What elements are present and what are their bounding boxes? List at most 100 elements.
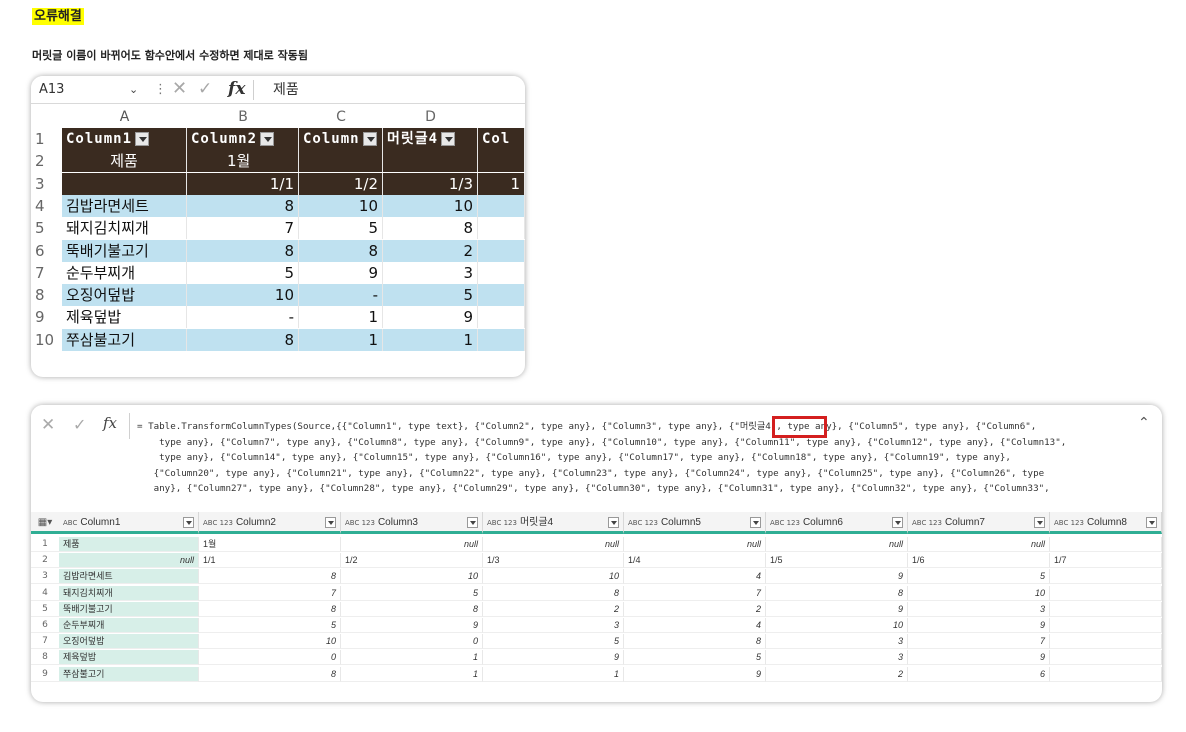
grid-cell[interactable]: 8 <box>187 194 299 217</box>
table-cell[interactable]: 8 <box>341 601 483 617</box>
row-header[interactable]: 10 <box>31 329 62 351</box>
grid-cell[interactable]: 10 <box>187 284 299 307</box>
table-cell[interactable]: 7 <box>624 585 766 601</box>
filter-dropdown-icon[interactable] <box>892 517 903 528</box>
table-cell[interactable]: 9 <box>624 666 766 682</box>
table-cell[interactable]: 0 <box>199 650 341 666</box>
grid-cell[interactable]: 2 <box>383 239 478 262</box>
table-cell[interactable]: 쭈삼불고기 <box>59 666 199 682</box>
table-cell[interactable]: 8 <box>766 585 908 601</box>
type-icon[interactable]: ABC 123 <box>912 519 942 527</box>
table-cell[interactable]: null <box>341 537 483 552</box>
grid-cell[interactable] <box>478 261 525 284</box>
grid-cell[interactable]: 뚝배기불고기 <box>62 239 187 262</box>
grid-cell[interactable]: 1/1 <box>187 172 299 195</box>
row-header[interactable]: 7 <box>31 262 62 284</box>
grid-cell[interactable]: 7 <box>187 217 299 240</box>
grid-cell[interactable]: 8 <box>187 239 299 262</box>
enter-check-icon[interactable]: ✓ <box>198 78 212 100</box>
table-cell[interactable]: 2 <box>766 666 908 682</box>
grid-cell[interactable]: 제육덮밥 <box>62 306 187 329</box>
table-cell[interactable]: 0 <box>341 634 483 650</box>
more-options-icon[interactable]: ⋮ <box>154 80 167 100</box>
table-cell[interactable]: 1/7 <box>1050 553 1162 569</box>
grid-cell[interactable]: 김밥라면세트 <box>62 194 187 217</box>
table-cell[interactable]: 6 <box>908 666 1050 682</box>
table-cell[interactable]: 5 <box>483 634 624 650</box>
column-header[interactable]: ABC 123 Column6 <box>766 512 908 534</box>
grid-cell[interactable] <box>478 217 525 240</box>
grid-cell[interactable] <box>478 239 525 262</box>
table-cell[interactable]: 8 <box>199 569 341 585</box>
check-icon[interactable]: ✓ <box>73 415 86 434</box>
table-cell[interactable]: 10 <box>483 569 624 585</box>
filter-dropdown-icon[interactable] <box>260 132 275 146</box>
table-cell[interactable]: 3 <box>483 618 624 633</box>
row-header[interactable]: 4 <box>31 195 62 217</box>
table-cell[interactable]: null <box>59 553 199 569</box>
table-cell[interactable]: 1 <box>483 666 624 682</box>
grid-cell[interactable]: 쭈삼불고기 <box>62 328 187 351</box>
grid-cell[interactable]: 1월 <box>187 150 299 173</box>
table-cell[interactable]: null <box>766 537 908 552</box>
type-icon[interactable]: ABC 123 <box>345 519 375 527</box>
table-cell[interactable]: 제육덮밥 <box>59 650 199 666</box>
type-icon[interactable]: ABC 123 <box>770 519 800 527</box>
filter-dropdown-icon[interactable] <box>1034 517 1045 528</box>
grid-cell[interactable] <box>299 150 383 173</box>
pq-formula-text[interactable]: = Table.TransformColumnTypes(Source,{{"C… <box>137 419 1137 497</box>
row-header[interactable]: 8 <box>31 284 62 306</box>
grid-cell[interactable]: 10 <box>383 194 478 217</box>
filter-dropdown-icon[interactable] <box>608 517 619 528</box>
cancel-icon[interactable]: ✕ <box>172 78 187 100</box>
grid-cell[interactable] <box>478 306 525 329</box>
grid-cell[interactable]: 8 <box>299 239 383 262</box>
table-cell[interactable]: 1/5 <box>766 553 908 569</box>
table-cell[interactable]: 9 <box>908 650 1050 666</box>
table-cell[interactable]: 9 <box>908 618 1050 633</box>
grid-cell[interactable]: 1/2 <box>299 172 383 195</box>
filter-dropdown-icon[interactable] <box>467 517 478 528</box>
grid-cell[interactable]: 9 <box>299 261 383 284</box>
table-menu-icon[interactable]: ▦▾ <box>31 512 59 534</box>
column-header[interactable]: ABC 123 Column8 <box>1050 512 1162 534</box>
row-header[interactable]: 2 <box>31 150 62 172</box>
table-cell[interactable]: 1/1 <box>199 553 341 569</box>
table-cell[interactable]: 1월 <box>199 537 341 552</box>
column-header-b[interactable]: B <box>187 106 299 128</box>
grid-cell[interactable] <box>478 150 525 173</box>
header-cell[interactable]: Col <box>478 128 525 150</box>
table-cell[interactable]: null <box>624 537 766 552</box>
table-cell[interactable]: 돼지김치찌개 <box>59 585 199 601</box>
grid-cell[interactable]: 9 <box>383 306 478 329</box>
type-icon[interactable]: ABC <box>63 519 77 527</box>
type-icon[interactable]: ABC 123 <box>203 519 233 527</box>
table-cell[interactable]: 5 <box>199 618 341 633</box>
table-cell[interactable]: 5 <box>341 585 483 601</box>
type-icon[interactable]: ABC 123 <box>628 519 658 527</box>
filter-dropdown-icon[interactable] <box>135 132 150 146</box>
table-cell[interactable]: 1 <box>341 666 483 682</box>
grid-cell[interactable]: 1 <box>299 328 383 351</box>
filter-dropdown-icon[interactable] <box>1146 517 1157 528</box>
table-cell[interactable]: 1/3 <box>483 553 624 569</box>
table-cell[interactable]: 5 <box>624 650 766 666</box>
grid-cell[interactable]: 5 <box>187 261 299 284</box>
grid-cell[interactable]: 1 <box>478 172 525 195</box>
grid-cell[interactable] <box>478 328 525 351</box>
column-header-d[interactable]: D <box>383 106 478 128</box>
table-cell[interactable]: 10 <box>199 634 341 650</box>
table-cell[interactable]: 1 <box>341 650 483 666</box>
table-cell[interactable]: 1/4 <box>624 553 766 569</box>
table-cell[interactable] <box>1050 601 1162 617</box>
header-cell[interactable]: Column <box>299 128 383 150</box>
grid-cell[interactable] <box>62 172 187 195</box>
row-header[interactable]: 5 <box>31 217 62 239</box>
column-header-a[interactable]: A <box>62 106 187 128</box>
table-cell[interactable]: 8 <box>199 601 341 617</box>
insert-function-icon[interactable]: fx <box>228 78 245 100</box>
table-cell[interactable]: 8 <box>199 666 341 682</box>
table-cell[interactable]: 8 <box>624 634 766 650</box>
column-header[interactable]: ABC Column1 <box>59 512 199 534</box>
table-cell[interactable]: 3 <box>908 601 1050 617</box>
